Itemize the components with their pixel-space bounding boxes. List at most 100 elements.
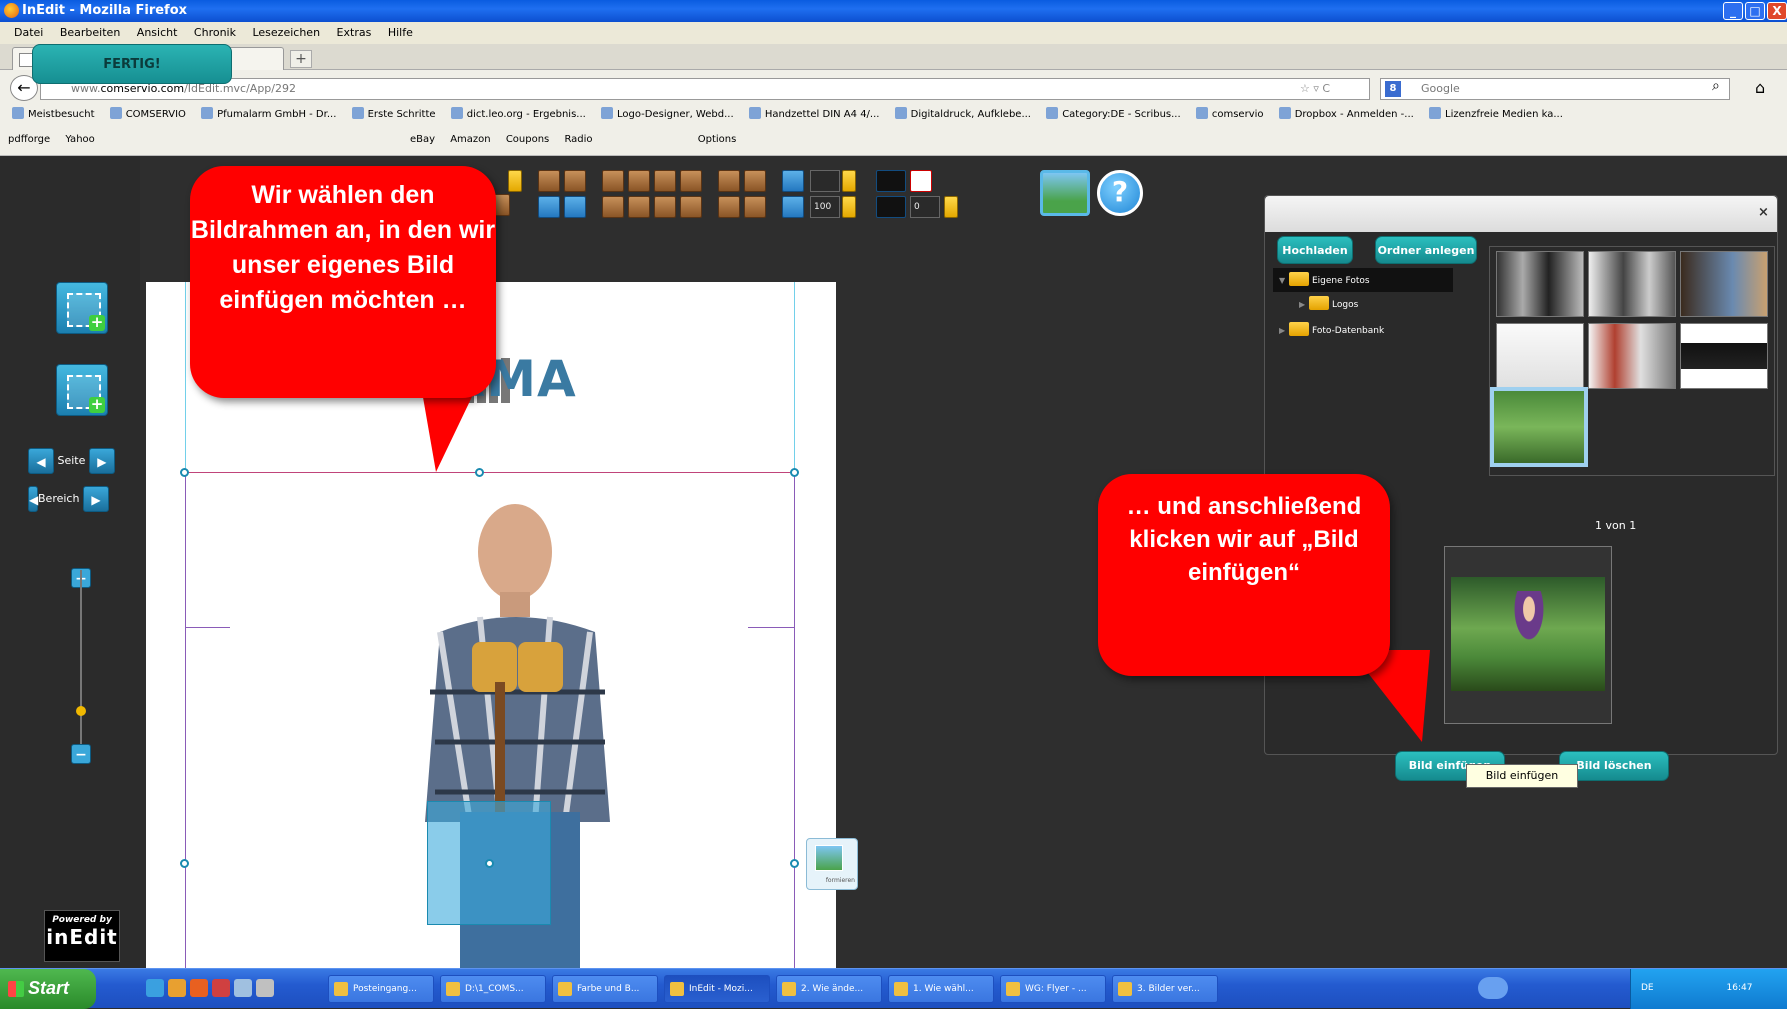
layer-up-icon[interactable] bbox=[718, 170, 740, 192]
yahoo-search-item[interactable]: Yahoo bbox=[65, 134, 94, 145]
valign-fill-icon[interactable] bbox=[680, 196, 702, 218]
fertig-button[interactable]: FERTIG! bbox=[32, 44, 232, 84]
bookmark-item[interactable]: Digitaldruck, Aufklebe... bbox=[895, 109, 1031, 120]
prev-page-icon[interactable]: ◀ bbox=[28, 448, 54, 474]
thumbnail[interactable] bbox=[1588, 323, 1676, 389]
bookmark-item[interactable]: Logo-Designer, Webd... bbox=[601, 109, 734, 120]
new-tab-button[interactable]: + bbox=[290, 50, 312, 68]
options-item[interactable]: Options bbox=[698, 134, 737, 145]
valign-middle-icon[interactable] bbox=[628, 196, 650, 218]
format-image-button[interactable]: formieren bbox=[806, 838, 858, 890]
amazon-item[interactable]: Amazon bbox=[450, 134, 490, 145]
menu-datei[interactable]: Datei bbox=[14, 26, 43, 39]
layer-back-icon[interactable] bbox=[744, 196, 766, 218]
language-indicator[interactable]: DE bbox=[1641, 983, 1654, 993]
start-button[interactable]: Start bbox=[0, 969, 96, 1009]
frame-handle[interactable] bbox=[180, 859, 189, 868]
taskbar-item[interactable]: 2. Wie ände... bbox=[776, 975, 882, 1003]
valign-bottom-icon[interactable] bbox=[654, 196, 676, 218]
font-size-stepper-icon[interactable] bbox=[508, 170, 522, 192]
valign-top-icon[interactable] bbox=[602, 196, 624, 218]
thumbnail[interactable] bbox=[1588, 251, 1676, 317]
help-icon[interactable]: ? bbox=[1097, 170, 1143, 216]
frame-handle[interactable] bbox=[180, 468, 189, 477]
undo-icon[interactable] bbox=[538, 196, 560, 218]
thumbnail[interactable] bbox=[1496, 323, 1584, 389]
border-width-stepper-icon[interactable] bbox=[944, 196, 958, 218]
line-spacing-icon[interactable] bbox=[782, 170, 804, 192]
text-color-picker-icon[interactable] bbox=[876, 170, 906, 192]
align-justify-icon[interactable] bbox=[680, 170, 702, 192]
layer-down-icon[interactable] bbox=[744, 170, 766, 192]
coupons-item[interactable]: Coupons bbox=[506, 134, 549, 145]
zoom-out-icon[interactable]: − bbox=[71, 744, 91, 764]
opacity-stepper-icon[interactable] bbox=[842, 196, 856, 218]
menu-lesezeichen[interactable]: Lesezeichen bbox=[252, 26, 320, 39]
quicklaunch-icon[interactable] bbox=[212, 979, 230, 997]
thumbnail[interactable] bbox=[1680, 251, 1768, 317]
zoom-slider-handle[interactable] bbox=[76, 706, 86, 716]
maximize-button[interactable]: □ bbox=[1745, 2, 1765, 20]
bookmark-item[interactable]: dict.leo.org - Ergebnis... bbox=[451, 109, 586, 120]
menu-hilfe[interactable]: Hilfe bbox=[388, 26, 413, 39]
new-folder-button[interactable]: Ordner anlegen bbox=[1375, 236, 1477, 264]
tree-item-eigene-fotos[interactable]: ▼ Eigene Fotos bbox=[1279, 272, 1370, 286]
quicklaunch-icon[interactable] bbox=[168, 979, 186, 997]
frame-handle[interactable] bbox=[790, 468, 799, 477]
close-window-button[interactable]: X bbox=[1767, 2, 1787, 20]
bookmark-item[interactable]: Erste Schritte bbox=[352, 109, 436, 120]
taskbar-item[interactable]: Posteingang... bbox=[328, 975, 434, 1003]
menu-chronik[interactable]: Chronik bbox=[194, 26, 236, 39]
zoom-slider-track[interactable] bbox=[80, 570, 82, 755]
bookmark-item[interactable]: Handzettel DIN A4 4/... bbox=[749, 109, 880, 120]
menu-extras[interactable]: Extras bbox=[337, 26, 372, 39]
quicklaunch-icon[interactable] bbox=[190, 979, 208, 997]
taskbar-item[interactable]: 1. Wie wähl... bbox=[888, 975, 994, 1003]
quicklaunch-icon[interactable] bbox=[234, 979, 252, 997]
bookmark-star-icon[interactable]: ☆ ▿ C bbox=[1300, 78, 1330, 100]
radio-item[interactable]: Radio bbox=[564, 134, 592, 145]
redo-icon[interactable] bbox=[564, 196, 586, 218]
minimize-button[interactable]: _ bbox=[1723, 2, 1743, 20]
quicklaunch-icon[interactable] bbox=[146, 979, 164, 997]
no-fill-icon[interactable] bbox=[910, 170, 932, 192]
url-bar[interactable]: www.comservio.com/IdEdit.mvc/App/292 bbox=[40, 78, 1370, 100]
align-left-icon[interactable] bbox=[602, 170, 624, 192]
bookmark-item[interactable]: Dropbox - Anmelden -... bbox=[1279, 109, 1414, 120]
spacing-stepper-icon[interactable] bbox=[842, 170, 856, 192]
home-icon[interactable]: ⌂ bbox=[1755, 78, 1765, 97]
line-spacing-input[interactable] bbox=[810, 170, 840, 192]
frame-handle[interactable] bbox=[485, 859, 494, 868]
quicklaunch-icon[interactable] bbox=[256, 979, 274, 997]
menu-ansicht[interactable]: Ansicht bbox=[137, 26, 178, 39]
list-numbers-icon[interactable] bbox=[564, 170, 586, 192]
tree-item-logos[interactable]: ▶ Logos bbox=[1299, 296, 1358, 310]
taskbar-item-active[interactable]: InEdit - Mozi... bbox=[664, 975, 770, 1003]
list-bullets-icon[interactable] bbox=[538, 170, 560, 192]
search-input[interactable]: Google bbox=[1380, 78, 1730, 100]
bookmark-item[interactable]: comservio bbox=[1196, 109, 1264, 120]
bookmark-item[interactable]: Meistbesucht bbox=[12, 109, 95, 120]
next-page-icon[interactable]: ▶ bbox=[88, 448, 115, 474]
thumbnail[interactable] bbox=[1496, 251, 1584, 317]
upload-button[interactable]: Hochladen bbox=[1277, 236, 1353, 264]
next-area-icon[interactable]: ▶ bbox=[82, 486, 109, 512]
bookmark-item[interactable]: Lizenzfreie Medien ka... bbox=[1429, 109, 1563, 120]
add-image-frame-button[interactable]: + bbox=[56, 364, 108, 416]
taskbar-item[interactable]: D:\1_COMS... bbox=[440, 975, 546, 1003]
close-icon[interactable]: × bbox=[1758, 205, 1769, 220]
image-library-icon[interactable] bbox=[1040, 170, 1090, 216]
bookmark-item[interactable]: Category:DE - Scribus... bbox=[1046, 109, 1180, 120]
align-right-icon[interactable] bbox=[654, 170, 676, 192]
menu-bearbeiten[interactable]: Bearbeiten bbox=[60, 26, 120, 39]
network-icon[interactable] bbox=[1478, 977, 1508, 999]
thumbnail[interactable] bbox=[1680, 323, 1768, 389]
taskbar-item[interactable]: WG: Flyer - ... bbox=[1000, 975, 1106, 1003]
search-icon[interactable]: ⌕ bbox=[1712, 78, 1720, 94]
bookmark-item[interactable]: COMSERVIO bbox=[110, 109, 186, 120]
taskbar-item[interactable]: 3. Bilder ver... bbox=[1112, 975, 1218, 1003]
layer-front-icon[interactable] bbox=[718, 196, 740, 218]
prev-area-icon[interactable]: ◀ bbox=[28, 486, 38, 512]
tree-item-foto-datenbank[interactable]: ▶ Foto-Datenbank bbox=[1279, 322, 1384, 336]
taskbar-item[interactable]: Farbe und B... bbox=[552, 975, 658, 1003]
